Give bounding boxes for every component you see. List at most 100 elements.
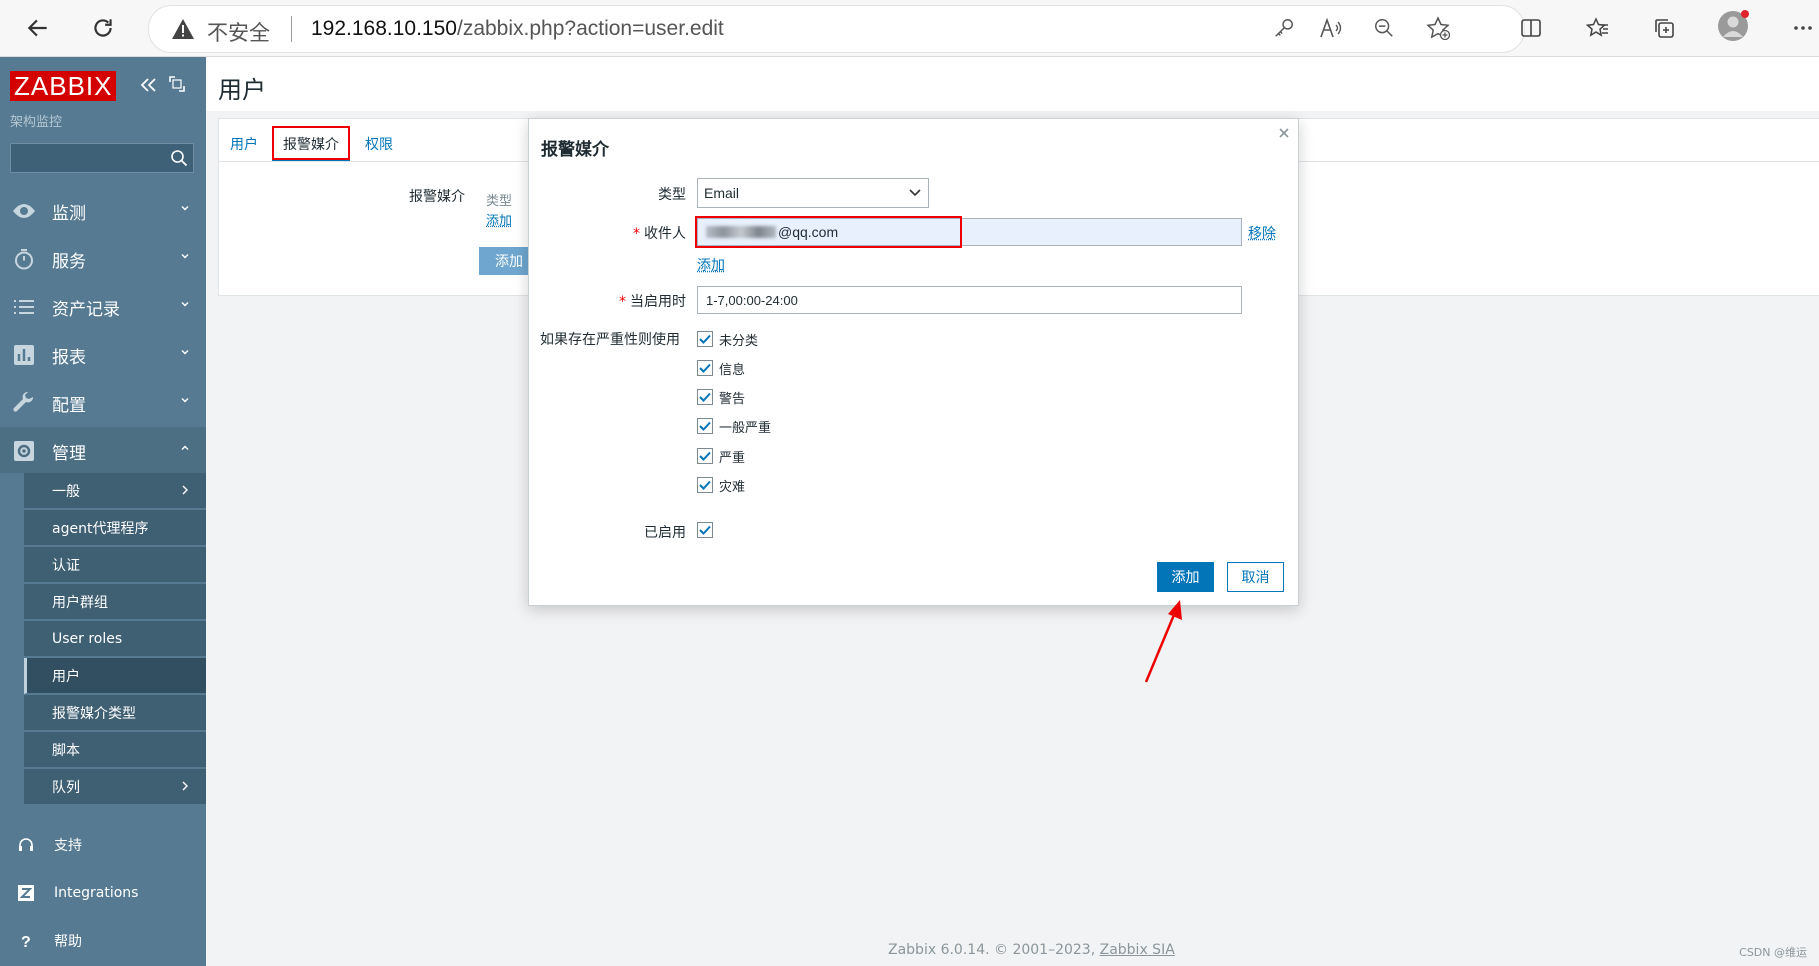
reload-icon [94,19,112,37]
severity-label-text: 灾难 [719,479,746,495]
severity-label-text: 信息 [719,362,746,378]
check-icon [699,451,711,461]
add-recipient-link[interactable]: 添加 [697,255,725,275]
check-icon [699,363,711,373]
dialog-title: 报警媒介 [541,140,609,160]
checkbox[interactable] [697,389,713,405]
chevron-down-icon [181,350,189,355]
reload-button[interactable] [85,10,121,46]
favorite-add-icon[interactable] [1421,11,1455,45]
check-icon [699,480,711,490]
back-button[interactable] [20,10,56,46]
footer-company-link[interactable]: Zabbix SIA [1100,942,1175,958]
submenu-proxies[interactable]: agent代理程序 [24,510,206,546]
severity-label-text: 一般严重 [719,420,772,436]
submenu-queue[interactable]: 队列 [24,769,206,805]
submenu-user-groups[interactable]: 用户群组 [24,584,206,620]
collapse-sidebar-icon[interactable] [138,75,158,99]
eye-icon [12,199,36,223]
search-icon[interactable] [170,149,188,167]
menu-monitoring[interactable]: 监测 [0,187,206,235]
menu-reports-label: 报表 [52,347,86,368]
submenu-general-label: 一般 [52,483,80,500]
read-aloud-icon[interactable] [1314,11,1348,45]
severity-average[interactable]: 一般严重 [697,416,771,436]
period-input[interactable]: 1-7,00:00-24:00 [697,286,1242,314]
menu-reports[interactable]: 报表 [0,331,206,379]
submenu-user-roles-label: User roles [52,630,123,647]
chevron-down-icon [181,254,189,259]
submenu-media-types[interactable]: 报警媒介类型 [24,695,206,731]
footer-support[interactable]: 支持 [0,823,206,867]
type-select[interactable]: Email [697,178,929,208]
collections-icon[interactable] [1647,11,1681,45]
warning-icon [172,19,194,39]
enabled-checkbox[interactable] [697,522,713,538]
menu-configuration[interactable]: 配置 [0,379,206,427]
wrench-icon [12,391,36,415]
remove-recipient-link[interactable]: 移除 [1248,223,1276,243]
enabled-label: 已启用 [644,525,686,541]
footer-integrations[interactable]: Integrations [0,871,206,915]
checkbox[interactable] [697,477,713,493]
check-icon [699,421,711,431]
address-bar[interactable]: 不安全 192.168.10.150/zabbix.php?action=use… [148,5,1525,53]
url-separator [291,16,292,42]
chevron-right-icon [182,781,188,791]
period-label: * 当启用时 [529,291,686,311]
sidebar-search-input[interactable] [10,143,194,173]
page-footer: Zabbix 6.0.14. © 2001–2023, Zabbix SIA [888,942,1175,958]
menu-administration[interactable]: 管理 [0,427,206,475]
menu-services[interactable]: 服务 [0,235,206,283]
check-icon [699,525,711,535]
media-field-label: 报警媒介 [409,189,465,205]
severity-information[interactable]: 信息 [697,358,745,378]
menu-inventory[interactable]: 资产记录 [0,283,206,331]
checkbox[interactable] [697,418,713,434]
zabbix-logo[interactable]: ZABBIX [10,71,117,101]
severity-high[interactable]: 严重 [697,446,745,466]
profile-avatar-icon[interactable] [1716,9,1750,43]
submenu-authentication-label: 认证 [52,557,80,574]
gear-icon [12,439,36,463]
submenu-users[interactable]: 用户 [24,658,206,694]
footer-help[interactable]: ? 帮助 [0,919,206,963]
period-label-text: 当启用时 [630,294,686,310]
close-icon[interactable] [1278,123,1290,144]
recipient-label-text: 收件人 [644,226,686,242]
severity-not-classified[interactable]: 未分类 [697,329,758,349]
menu-services-label: 服务 [52,251,86,272]
kiosk-mode-icon[interactable] [168,75,186,97]
favorites-icon[interactable] [1581,11,1615,45]
tab-user[interactable]: 用户 [230,134,258,154]
dialog-cancel-button[interactable]: 取消 [1227,562,1284,592]
enabled-checkbox-row[interactable] [697,520,719,540]
tab-permissions[interactable]: 权限 [365,134,393,154]
checkbox[interactable] [697,360,713,376]
submenu-authentication[interactable]: 认证 [24,547,206,583]
submenu-scripts[interactable]: 脚本 [24,732,206,768]
media-add-link[interactable]: 添加 [486,210,512,229]
admin-submenu: 一般 agent代理程序 认证 用户群组 User roles 用户 报警媒介类… [0,473,206,807]
media-type-header: 类型 [486,194,513,209]
server-name: 架构监控 [10,115,63,130]
zoom-out-icon[interactable] [1367,11,1401,45]
dialog-add-button[interactable]: 添加 [1157,562,1214,592]
more-menu-icon[interactable] [1786,11,1819,45]
checkbox[interactable] [697,448,713,464]
stopwatch-icon [12,247,36,271]
submenu-users-label: 用户 [52,668,80,685]
type-label: 类型 [658,187,686,203]
severity-disaster[interactable]: 灾难 [697,475,745,495]
checkbox[interactable] [697,331,713,347]
split-screen-icon[interactable] [1514,11,1548,45]
svg-text:?: ? [21,934,31,950]
severity-warning[interactable]: 警告 [697,387,745,407]
key-icon[interactable] [1267,11,1301,45]
submenu-user-roles[interactable]: User roles [24,621,206,657]
submenu-general[interactable]: 一般 [24,473,206,509]
chevron-down-icon [181,206,189,211]
tab-media-highlight [272,126,350,160]
severity-label-text: 严重 [719,450,746,466]
list-icon [12,295,36,319]
